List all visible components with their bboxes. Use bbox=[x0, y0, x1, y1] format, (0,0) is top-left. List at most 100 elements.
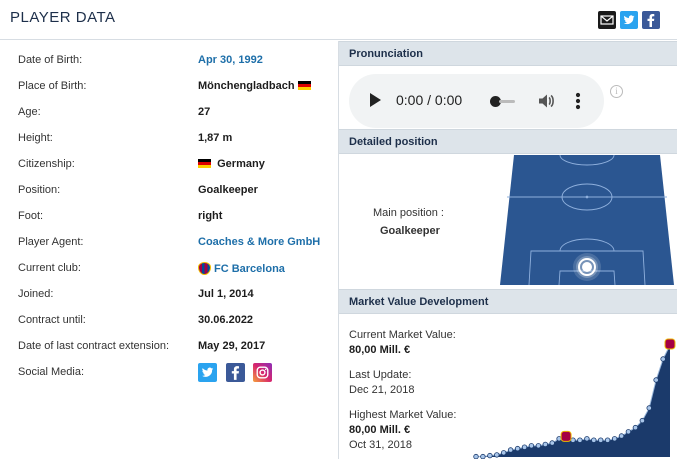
current-club-link[interactable]: FC Barcelona bbox=[198, 262, 285, 275]
last-update-value: Dec 21, 2018 bbox=[349, 384, 415, 396]
table-row: Contract until: 30.06.2022 bbox=[0, 310, 338, 336]
table-row: Date of last contract extension: May 29,… bbox=[0, 336, 338, 362]
table-row: Player Agent: Coaches & More GmbH bbox=[0, 232, 338, 258]
fc-barcelona-crest-icon bbox=[198, 262, 211, 275]
instagram-icon bbox=[256, 366, 269, 379]
market-value-point[interactable] bbox=[549, 440, 555, 446]
market-value-point[interactable] bbox=[632, 424, 639, 431]
market-value-point[interactable] bbox=[646, 405, 652, 411]
info-icon[interactable]: i bbox=[610, 85, 623, 98]
column-divider bbox=[338, 41, 339, 459]
section-title: Market Value Development bbox=[349, 296, 489, 308]
highest-market-value-label: Highest Market Value: bbox=[349, 409, 457, 421]
market-value-point[interactable] bbox=[653, 377, 659, 383]
market-value-point[interactable] bbox=[507, 447, 514, 453]
market-value-heading: Market Value Development bbox=[339, 289, 677, 314]
market-value-point[interactable] bbox=[639, 417, 645, 424]
volume-icon[interactable] bbox=[536, 91, 556, 111]
table-row: Position: Goalkeeper bbox=[0, 180, 338, 206]
row-label: Foot: bbox=[18, 210, 44, 222]
row-label: Height: bbox=[18, 132, 53, 144]
twitter-icon bbox=[201, 367, 214, 377]
market-value-point[interactable] bbox=[604, 437, 611, 443]
play-icon[interactable] bbox=[370, 93, 381, 107]
table-row: Place of Birth: Mönchengladbach bbox=[0, 76, 338, 102]
twitter-icon bbox=[623, 15, 635, 25]
market-value-point[interactable] bbox=[660, 356, 666, 362]
row-label: Joined: bbox=[18, 288, 54, 300]
market-value-point[interactable] bbox=[591, 437, 597, 443]
date-of-birth-link[interactable]: Apr 30, 1992 bbox=[198, 54, 263, 66]
table-row: Foot: right bbox=[0, 206, 338, 232]
table-row: Social Media: bbox=[0, 362, 338, 388]
market-value-point[interactable] bbox=[584, 436, 590, 442]
player-agent-link[interactable]: Coaches & More GmbH bbox=[198, 236, 320, 248]
facebook-icon bbox=[647, 14, 655, 27]
row-label: Social Media: bbox=[18, 366, 85, 378]
germany-flag-icon bbox=[198, 159, 211, 168]
market-value-point[interactable] bbox=[577, 437, 583, 443]
audio-player: 0:00 / 0:00 bbox=[349, 74, 604, 128]
highest-market-value-date: Oct 31, 2018 bbox=[349, 439, 412, 451]
current-market-value-label: Current Market Value: bbox=[349, 329, 456, 341]
row-value: 30.06.2022 bbox=[198, 314, 254, 326]
market-value-chart[interactable] bbox=[470, 330, 677, 459]
row-value: May 29, 2017 bbox=[198, 340, 266, 352]
row-label: Place of Birth: bbox=[18, 80, 87, 92]
row-label: Contract until: bbox=[18, 314, 86, 326]
row-label: Date of last contract extension: bbox=[18, 340, 170, 352]
share-mail-button[interactable] bbox=[598, 11, 616, 29]
row-value: Germany bbox=[198, 158, 265, 170]
table-row: Joined: Jul 1, 2014 bbox=[0, 284, 338, 310]
market-value-point[interactable] bbox=[473, 453, 479, 459]
row-value: Mönchengladbach bbox=[198, 80, 311, 92]
mail-icon bbox=[600, 15, 614, 25]
market-value-point[interactable] bbox=[501, 450, 507, 456]
market-value-point[interactable] bbox=[494, 452, 500, 458]
market-value-point[interactable] bbox=[514, 445, 521, 452]
page-title: PLAYER DATA bbox=[10, 9, 116, 26]
market-value-point[interactable] bbox=[625, 429, 632, 435]
current-club-name: FC Barcelona bbox=[214, 263, 285, 275]
market-value-point[interactable] bbox=[521, 444, 528, 450]
row-label: Age: bbox=[18, 106, 41, 118]
facebook-icon bbox=[231, 366, 239, 380]
market-value-point[interactable] bbox=[528, 443, 535, 449]
share-twitter-button[interactable] bbox=[620, 11, 638, 29]
audio-time: 0:00 / 0:00 bbox=[396, 92, 463, 108]
row-label: Date of Birth: bbox=[18, 54, 83, 66]
market-value-point[interactable] bbox=[611, 436, 618, 442]
crest-marker-icon bbox=[560, 430, 572, 442]
market-value-point[interactable] bbox=[542, 441, 548, 448]
row-value: Jul 1, 2014 bbox=[198, 288, 254, 300]
market-value-point[interactable] bbox=[597, 437, 604, 443]
current-market-value: 80,00 Mill. € bbox=[349, 344, 411, 356]
market-value-point[interactable] bbox=[487, 452, 493, 459]
row-label: Current club: bbox=[18, 262, 81, 274]
social-instagram-link[interactable] bbox=[253, 363, 272, 382]
highest-market-value: 80,00 Mill. € bbox=[349, 424, 411, 436]
social-facebook-link[interactable] bbox=[226, 363, 245, 382]
market-value-point[interactable] bbox=[618, 433, 625, 439]
audio-seek-track[interactable] bbox=[499, 100, 515, 103]
row-value: right bbox=[198, 210, 223, 222]
table-row: Date of Birth: Apr 30, 1992 bbox=[0, 50, 338, 76]
more-options-icon[interactable] bbox=[575, 91, 581, 111]
crest-marker-icon bbox=[664, 338, 676, 350]
pitch-diagram bbox=[500, 154, 674, 285]
market-value-point[interactable] bbox=[480, 453, 486, 459]
section-title: Detailed position bbox=[349, 136, 438, 148]
page-header: PLAYER DATA bbox=[0, 0, 677, 40]
row-value: 27 bbox=[198, 106, 211, 118]
last-update-label: Last Update: bbox=[349, 369, 412, 381]
market-value-point[interactable] bbox=[535, 443, 542, 449]
row-label: Citizenship: bbox=[18, 158, 75, 170]
share-facebook-button[interactable] bbox=[642, 11, 660, 29]
table-row: Age: 27 bbox=[0, 102, 338, 128]
row-value: Goalkeeper bbox=[198, 184, 258, 196]
social-twitter-link[interactable] bbox=[198, 363, 217, 382]
place-of-birth: Mönchengladbach bbox=[198, 80, 295, 92]
row-label: Player Agent: bbox=[18, 236, 84, 248]
main-position-value: Goalkeeper bbox=[380, 225, 440, 237]
table-row: Citizenship: Germany bbox=[0, 154, 338, 180]
